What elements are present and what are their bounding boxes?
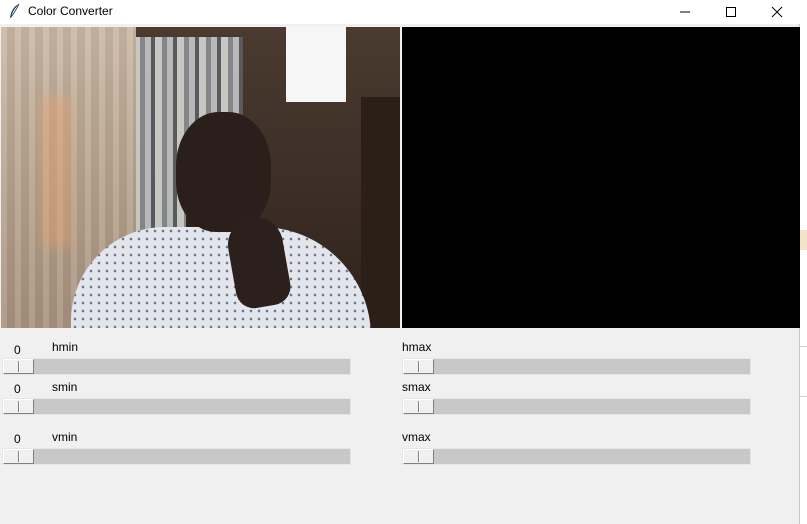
feather-icon <box>10 3 20 18</box>
mask-panel <box>402 27 800 328</box>
smax-slider-thumb[interactable] <box>403 399 434 414</box>
minimize-icon <box>680 11 690 13</box>
hmin-value: 0 <box>14 343 21 357</box>
close-button[interactable] <box>754 0 800 24</box>
smin-slider-thumb[interactable] <box>3 399 34 414</box>
hmin-slider-thumb[interactable] <box>3 359 34 374</box>
webcam-image <box>1 27 400 328</box>
hmax-slider-thumb[interactable] <box>403 359 434 374</box>
title-bar[interactable]: Color Converter <box>0 0 800 24</box>
vmax-slider[interactable] <box>402 448 751 465</box>
smax-slider[interactable] <box>402 398 751 415</box>
hmax-label: hmax <box>402 340 432 354</box>
app-window: Color Converter 0 hmin 0 smin 0 vmin hma… <box>0 0 800 524</box>
vmax-label: vmax <box>402 430 431 444</box>
vmin-slider[interactable] <box>2 448 351 465</box>
close-icon <box>771 6 783 18</box>
hmin-label: hmin <box>52 340 79 354</box>
background-window-edge <box>800 0 807 524</box>
hmax-slider[interactable] <box>402 358 751 375</box>
vmax-slider-thumb[interactable] <box>403 449 434 464</box>
vmin-value: 0 <box>14 432 21 446</box>
vmin-label: vmin <box>52 430 78 444</box>
smin-slider[interactable] <box>2 398 351 415</box>
smin-label: smin <box>52 380 78 394</box>
minimize-button[interactable] <box>662 0 708 24</box>
maximize-icon <box>726 7 736 17</box>
smin-value: 0 <box>14 382 21 396</box>
smax-label: smax <box>402 380 431 394</box>
webcam-panel <box>1 27 400 328</box>
maximize-button[interactable] <box>708 0 754 24</box>
hmin-slider[interactable] <box>2 358 351 375</box>
vmin-slider-thumb[interactable] <box>3 449 34 464</box>
window-title: Color Converter <box>28 4 113 18</box>
